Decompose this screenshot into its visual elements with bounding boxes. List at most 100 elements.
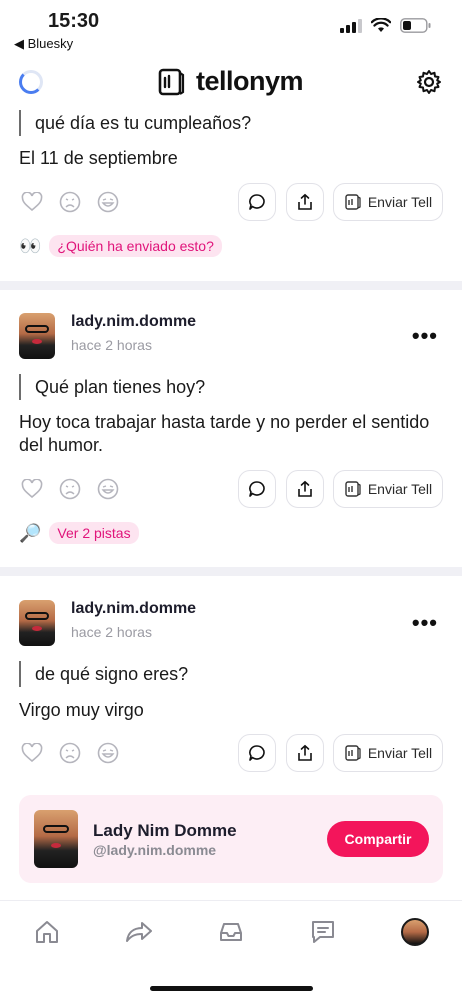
- post-divider: [0, 281, 462, 290]
- comment-button[interactable]: [238, 183, 276, 221]
- sad-reaction-button[interactable]: [58, 190, 82, 214]
- gear-icon: [417, 70, 441, 94]
- status-time: 15:30: [48, 10, 100, 32]
- chat-bubble-icon: [249, 194, 265, 210]
- crying-face-icon: [59, 742, 81, 764]
- tab-bar: [0, 900, 462, 1000]
- post-timestamp: hace 2 horas: [71, 337, 152, 353]
- comment-button[interactable]: [238, 734, 276, 772]
- laugh-reaction-button[interactable]: [96, 477, 120, 501]
- status-icons: [340, 18, 432, 33]
- profile-display-name: Lady Nim Domme: [93, 821, 237, 840]
- post-answer: El 11 de septiembre: [19, 148, 178, 168]
- wifi-icon: [371, 18, 391, 32]
- share-post-button[interactable]: [286, 470, 324, 508]
- reactions: [20, 477, 120, 501]
- inbox-icon: [220, 923, 242, 941]
- post-card: qué día es tu cumpleaños? El 11 de septi…: [0, 108, 462, 283]
- app-header: tellonym: [0, 60, 462, 104]
- reactions: [20, 190, 120, 214]
- brand-logo: tellonym: [156, 66, 304, 97]
- more-options-button[interactable]: •••: [412, 323, 438, 349]
- laugh-reaction-button[interactable]: [96, 741, 120, 765]
- chat-bubble-icon: [249, 745, 265, 761]
- like-button[interactable]: [20, 741, 44, 765]
- sad-reaction-button[interactable]: [58, 741, 82, 765]
- share-profile-card: Lady Nim Domme @lady.nim.domme Compartir: [19, 795, 443, 883]
- share-post-button[interactable]: [286, 734, 324, 772]
- tab-home[interactable]: [32, 917, 62, 947]
- settings-button[interactable]: [416, 69, 442, 100]
- loading-spinner-icon: [19, 70, 43, 94]
- clues-pill[interactable]: Ver 2 pistas: [49, 522, 139, 544]
- tab-inbox[interactable]: [216, 917, 246, 947]
- reactions: [20, 741, 120, 765]
- tellonym-logo-icon: [158, 68, 185, 95]
- tab-messages[interactable]: [308, 917, 338, 947]
- share-upload-icon: [298, 193, 312, 210]
- more-options-button[interactable]: •••: [412, 610, 438, 636]
- send-tell-label: Enviar Tell: [367, 481, 433, 497]
- post-actions: Enviar Tell: [0, 734, 462, 772]
- post-author[interactable]: lady.nim.domme hace 2 horas: [19, 313, 196, 359]
- like-button[interactable]: [20, 190, 44, 214]
- sender-hint-pill[interactable]: ¿Quién ha enviado esto?: [49, 235, 222, 257]
- post-actions: Enviar Tell: [0, 470, 462, 508]
- heart-icon: [21, 479, 43, 499]
- post-question: Qué plan tienes hoy?: [19, 374, 205, 400]
- author-username[interactable]: lady.nim.domme: [71, 600, 196, 618]
- eyes-icon: 👀: [19, 235, 42, 256]
- post-divider: [0, 567, 462, 576]
- heart-icon: [21, 192, 43, 212]
- profile-handle: @lady.nim.domme: [93, 842, 217, 858]
- battery-icon: [400, 18, 431, 33]
- laughing-face-icon: [97, 742, 119, 764]
- author-username[interactable]: lady.nim.domme: [71, 313, 196, 331]
- laugh-reaction-button[interactable]: [96, 190, 120, 214]
- post-card: lady.nim.domme hace 2 horas ••• Qué plan…: [0, 313, 462, 563]
- share-upload-icon: [298, 744, 312, 761]
- post-timestamp: hace 2 horas: [71, 624, 152, 640]
- send-tell-button[interactable]: Enviar Tell: [333, 183, 443, 221]
- tab-profile[interactable]: [400, 917, 430, 947]
- send-tell-label: Enviar Tell: [367, 194, 433, 210]
- clues-hint[interactable]: 🔎 Ver 2 pistas: [19, 521, 139, 545]
- post-answer: Hoy toca trabajar hasta tarde y no perde…: [19, 412, 430, 455]
- share-profile-button[interactable]: Compartir: [327, 821, 429, 857]
- avatar[interactable]: [19, 600, 55, 646]
- tell-icon: [345, 481, 361, 497]
- avatar[interactable]: [19, 313, 55, 359]
- crying-face-icon: [59, 191, 81, 213]
- profile-avatar: [401, 918, 429, 946]
- comment-button[interactable]: [238, 470, 276, 508]
- sad-reaction-button[interactable]: [58, 477, 82, 501]
- share-icon: [126, 922, 152, 942]
- signal-icon: [340, 18, 362, 33]
- post-author[interactable]: lady.nim.domme hace 2 horas: [19, 600, 196, 646]
- tell-icon: [345, 745, 361, 761]
- back-to-app-link[interactable]: ◀ Bluesky: [14, 36, 73, 52]
- messages-icon: [312, 921, 334, 943]
- heart-icon: [21, 743, 43, 763]
- share-post-button[interactable]: [286, 183, 324, 221]
- chat-bubble-icon: [249, 481, 265, 497]
- home-indicator: [150, 986, 313, 991]
- home-icon: [36, 921, 58, 943]
- crying-face-icon: [59, 478, 81, 500]
- tab-share[interactable]: [124, 917, 154, 947]
- sender-hint[interactable]: 👀 ¿Quién ha enviado esto?: [19, 234, 222, 258]
- send-tell-button[interactable]: Enviar Tell: [333, 470, 443, 508]
- post-answer: Virgo muy virgo: [19, 700, 144, 720]
- post-question: de qué signo eres?: [19, 661, 188, 687]
- share-upload-icon: [298, 480, 312, 497]
- send-tell-label: Enviar Tell: [367, 745, 433, 761]
- status-bar: 15:30 ◀ Bluesky: [0, 0, 462, 56]
- magnifier-icon: 🔎: [19, 522, 42, 543]
- laughing-face-icon: [97, 191, 119, 213]
- avatar: [34, 810, 78, 868]
- laughing-face-icon: [97, 478, 119, 500]
- like-button[interactable]: [20, 477, 44, 501]
- post-actions: Enviar Tell: [0, 183, 462, 221]
- send-tell-button[interactable]: Enviar Tell: [333, 734, 443, 772]
- post-question: qué día es tu cumpleaños?: [19, 110, 251, 136]
